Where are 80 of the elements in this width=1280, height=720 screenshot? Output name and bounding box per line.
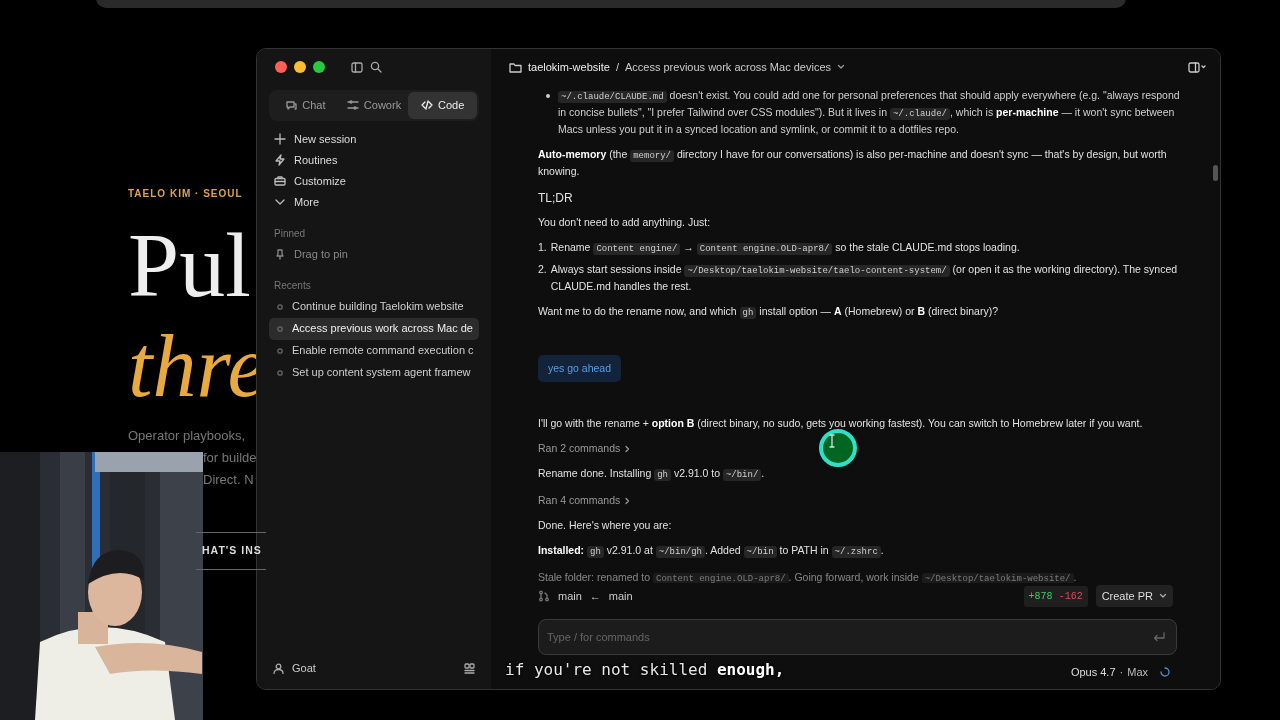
- circle-icon: [277, 347, 283, 354]
- pin-icon: [274, 248, 286, 260]
- chat-bubble-icon: [285, 99, 298, 112]
- section-heading: Pinned: [273, 227, 307, 241]
- session-item[interactable]: Set up content system agent framew: [269, 361, 479, 384]
- nav-item[interactable]: More: [269, 191, 479, 213]
- circle-icon: [277, 369, 283, 376]
- briefcase-icon: [274, 175, 286, 187]
- lightning-icon: [274, 154, 286, 166]
- effort-label[interactable]: Max: [1127, 663, 1148, 681]
- chevron-right-icon[interactable]: [624, 444, 631, 453]
- body-text: Direct. N: [203, 471, 255, 489]
- mode-tab[interactable]: Cowork: [339, 92, 409, 119]
- message-text: I'll go with the rename + option B (direct binary, no sudo, gets you working fastest). You can switch to Homebrew later if you want.: [538, 416, 1143, 431]
- message-text: Done. Here's where you are:: [538, 518, 672, 533]
- circle-icon: [277, 325, 283, 332]
- list-text: Rename Content engine/ → Content engine.OLD-apr8/ so the stale CLAUDE.md stops loading.: [550, 240, 1020, 257]
- drag-to-pin-hint: Drag to pin: [269, 243, 479, 265]
- section-heading: TL;DR: [538, 191, 573, 206]
- diff-stat: +878 -162: [1023, 585, 1088, 607]
- cta-link[interactable]: HAT'S INS: [196, 532, 266, 570]
- chevron-down-icon[interactable]: [837, 64, 845, 70]
- session-item[interactable]: Enable remote command execution c: [269, 339, 479, 362]
- message-text: Installed: gh v2.91.0 at ~/bin/gh . Added ~/bin to PATH in ~/.zshrc .: [538, 543, 884, 560]
- chevron-right-icon[interactable]: [624, 496, 631, 505]
- folder-icon: [509, 61, 522, 73]
- list-text: ~/.claude/CLAUDE.md doesn't exist. You could add one for personal preferences that should apply everywhere (e.g. "always respond in concise bullets", "I prefer Tailwind over CSS modules"). But it lives in ~/.claude/ , which is per-machine — it won't sync between Macs unless you put it in a synced location and symlink, or commit it to a dotfiles repo.: [558, 88, 1180, 137]
- list-number: 2.: [538, 262, 547, 277]
- message-text: You don't need to add anything. Just:: [538, 215, 711, 230]
- branch-icon: [538, 590, 550, 602]
- layout-icon[interactable]: [464, 662, 475, 674]
- enter-icon[interactable]: [1153, 632, 1165, 642]
- message-text: Want me to do the rename now, and which gh install option — A (Homebrew) or B (direct binary)?: [538, 304, 998, 321]
- create-pr-button[interactable]: Create PR: [1095, 584, 1173, 608]
- body-text: Operator playbooks,: [128, 427, 247, 445]
- tool-summary-link[interactable]: Ran 4 commands: [538, 493, 621, 508]
- section-heading: Recents: [273, 279, 312, 293]
- nav-item[interactable]: New session: [269, 128, 479, 150]
- caption: if you're not skilled enough,: [505, 659, 785, 681]
- message-text: Rename done. Installing gh v2.91.0 to ~/bin/ .: [538, 466, 765, 483]
- arrow-text: ←: [589, 588, 601, 604]
- minimize-button[interactable]: [294, 61, 306, 73]
- sidebar-toggle-icon[interactable]: [351, 61, 363, 73]
- breadcrumb-separator: /: [615, 59, 619, 75]
- message-text: Stale folder: renamed to Content engine.OLD-apr8/ . Going forward, work inside ~/Desktop/taelokim-website/ .: [538, 570, 1077, 583]
- session-title[interactable]: Access previous work across Mac devices: [625, 58, 831, 76]
- scrollbar-thumb[interactable]: [1213, 165, 1218, 181]
- sliders-icon: [346, 99, 359, 112]
- user-menu[interactable]: Goat: [273, 659, 316, 677]
- branch-name[interactable]: main: [558, 587, 582, 605]
- person-icon: [273, 662, 284, 674]
- branch-name[interactable]: main: [608, 587, 633, 605]
- code-icon: [421, 99, 434, 112]
- list-text: Always start sessions inside ~/Desktop/taelokim-website/taelo-content-system/ (or open it as the working directory). The synced CLAUDE.md handles the rest.: [550, 262, 1179, 294]
- search-icon[interactable]: [370, 61, 382, 73]
- mode-tab[interactable]: Code: [408, 92, 477, 119]
- close-button[interactable]: [275, 61, 287, 73]
- nav-item[interactable]: Customize: [269, 170, 479, 192]
- session-item[interactable]: Access previous work across Mac de: [269, 317, 479, 340]
- plus-icon: [274, 133, 286, 145]
- message-text: Auto-memory (the memory/ directory I have for our conversations) is also per-machine and doesn't sync — that's by design, but worth knowing.: [538, 147, 1168, 179]
- circle-icon: [277, 303, 283, 310]
- eyebrow-text: TAELO KIM · SEOUL: [128, 187, 244, 201]
- nav-item[interactable]: Routines: [269, 149, 479, 171]
- user-message: yes go ahead: [538, 355, 622, 382]
- tool-summary-link[interactable]: Ran 2 commands: [538, 441, 621, 456]
- spinner-icon: [1160, 667, 1170, 677]
- panel-toggle-icon[interactable]: [1188, 61, 1206, 73]
- caret-icon: [1159, 593, 1167, 599]
- body-text: for builde: [203, 449, 256, 467]
- message-input[interactable]: Type / for commands: [538, 619, 1177, 655]
- list-number: 1.: [538, 240, 547, 255]
- mode-tab[interactable]: Chat: [271, 92, 340, 119]
- project-name[interactable]: taelokim-website: [528, 58, 610, 76]
- session-item[interactable]: Continue building Taelokim website: [269, 295, 479, 318]
- bullet-icon: [546, 94, 550, 98]
- zoom-button[interactable]: [313, 61, 325, 73]
- model-selector[interactable]: Opus 4.7: [1070, 663, 1116, 681]
- headline-text: Pul: [128, 219, 252, 311]
- separator-text: ·: [1119, 664, 1124, 680]
